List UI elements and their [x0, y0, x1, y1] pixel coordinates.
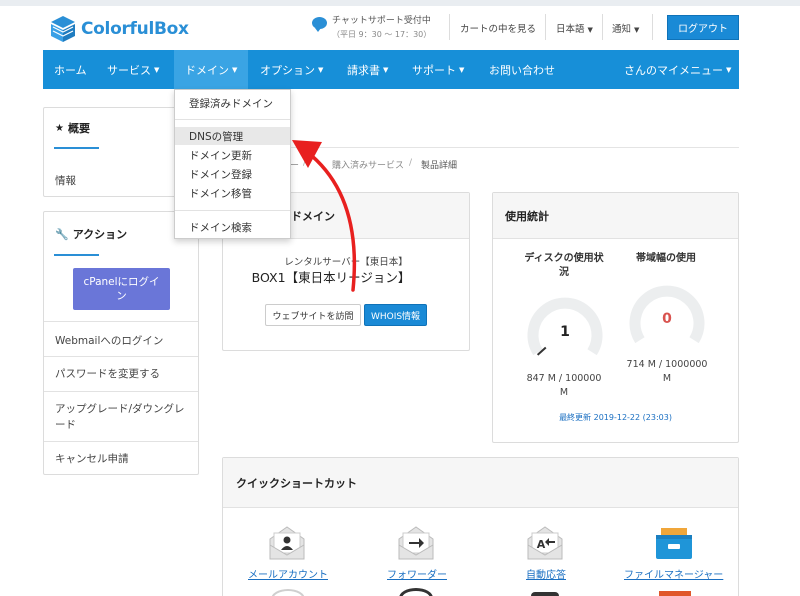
forwarder-icon[interactable]	[397, 525, 435, 561]
nav-support-label: サポート	[412, 63, 456, 77]
chevron-down-icon: ▼	[383, 65, 389, 74]
breadcrumb-separator: /	[409, 158, 413, 168]
sidebar-item-label: Webmailへのログイン	[55, 334, 164, 347]
language-label: 日本語	[556, 24, 585, 35]
cpanel-login-button[interactable]: cPanelにログイン	[73, 268, 170, 310]
logout-button[interactable]: ログアウト	[667, 15, 739, 40]
shortcut-file-manager[interactable]: ファイルマネージャー	[624, 566, 723, 581]
nav-domains-label: ドメイン	[185, 63, 229, 77]
title-underline	[54, 147, 99, 149]
nav-my-menu-label: さんのマイメニュー	[624, 63, 723, 77]
sidebar-item-upgrade[interactable]: アップグレード/ダウングレード	[44, 391, 198, 441]
title-underline	[54, 254, 99, 256]
nav-home[interactable]: ホーム	[43, 50, 98, 89]
nav-contact-label: お問い合わせ	[489, 63, 555, 77]
file-manager-icon[interactable]	[655, 526, 693, 560]
disk-gauge: 1	[527, 297, 603, 356]
header-divider	[449, 14, 450, 40]
header-divider	[602, 14, 603, 40]
main-nav: ホーム サービス ▼ ドメイン ▼ オプション ▼ 請求書 ▼ サポート ▼ お問い合わせ…	[43, 50, 739, 89]
sidebar-item-cancel[interactable]: キャンセル申請	[44, 441, 198, 475]
disk-usage-amount: 847 M / 100000 M	[526, 373, 602, 398]
sidebar-item-label: パスワードを変更する	[55, 368, 160, 380]
chevron-down-icon: ▼	[634, 26, 640, 34]
actions-title: アクション	[72, 228, 128, 241]
mail-account-icon[interactable]	[268, 525, 306, 561]
autoresponder-icon[interactable]: A	[526, 525, 564, 561]
nav-services[interactable]: サービス ▼	[96, 50, 170, 89]
bandwidth-usage-label: 帯域幅の使用	[636, 253, 696, 264]
disk-usage-label: ディスクの使用状況	[524, 253, 604, 278]
sidebar-item-webmail[interactable]: Webmailへのログイン	[44, 321, 198, 359]
shortcut-forwarder[interactable]: フォワーダー	[387, 566, 447, 581]
sidebar-item-change-password[interactable]: パスワードを変更する	[44, 356, 198, 391]
top-strip	[0, 0, 800, 6]
sidebar-item-label: 情報	[55, 175, 76, 187]
chat-support-link[interactable]: チャットサポート受付中 （平日 9：30 ～ 17：30）	[312, 15, 431, 41]
header-divider	[652, 14, 653, 40]
nav-services-label: サービス	[107, 63, 151, 77]
actions-panel: 🔧 アクション Webmailへのログイン パスワードを変更する アップグレード…	[43, 211, 199, 475]
sidebar-item-label: キャンセル申請	[55, 452, 129, 465]
nav-support[interactable]: サポート ▼	[401, 50, 475, 89]
nav-options[interactable]: オプション ▼	[249, 50, 334, 89]
chevron-down-icon: ▼	[459, 65, 465, 74]
shortcut-autoresponder[interactable]: 自動応答	[526, 566, 566, 581]
wrench-icon: 🔧	[55, 227, 69, 241]
logo[interactable]: ColorfulBox	[50, 15, 189, 43]
logo-cube-icon	[51, 16, 75, 42]
whois-button[interactable]: WHOIS情報	[364, 304, 427, 326]
chat-title: チャットサポート受付中	[332, 16, 431, 26]
disk-gauge-value: 1	[560, 324, 570, 340]
nav-my-menu[interactable]: さんのマイメニュー ▼	[613, 50, 742, 89]
shortcut-row2-icon[interactable]	[659, 591, 691, 596]
header-divider	[545, 14, 546, 40]
notifications-label: 通知	[612, 24, 632, 35]
overview-title: 概要	[67, 122, 90, 135]
language-dropdown[interactable]: 日本語 ▼	[556, 21, 593, 35]
bandwidth-gauge-value: 0	[662, 311, 672, 327]
bandwidth-gauge: 0	[629, 285, 705, 344]
nav-invoices-label: 請求書	[347, 63, 380, 77]
cart-link[interactable]: カートの中を見る	[460, 21, 536, 35]
chevron-down-icon: ▼	[232, 65, 238, 74]
chat-hours: （平日 9：30 ～ 17：30）	[332, 30, 432, 39]
quick-shortcuts-title: クイックショートカット	[236, 476, 357, 490]
nav-domains[interactable]: ドメイン ▼	[174, 50, 249, 89]
nav-home-label: ホーム	[54, 63, 87, 77]
sidebar-item-label: アップグレード/ダウングレード	[55, 402, 185, 431]
chevron-down-icon: ▼	[726, 65, 732, 74]
shortcut-row2-icon[interactable]	[531, 592, 559, 596]
notifications-dropdown[interactable]: 通知 ▼	[612, 21, 639, 35]
bandwidth-usage-amount: 714 M / 1000000 M	[626, 359, 708, 384]
star-icon: ★	[55, 122, 64, 134]
chevron-down-icon: ▼	[318, 65, 324, 74]
chevron-down-icon: ▼	[154, 65, 160, 74]
chat-icon	[312, 17, 327, 32]
svg-text:A: A	[537, 538, 546, 551]
annotation-arrow-icon	[292, 140, 357, 292]
nav-invoices[interactable]: 請求書 ▼	[336, 50, 399, 89]
menu-item-registered-domains[interactable]: 登録済みドメイン	[175, 94, 290, 112]
usage-stats-title: 使用統計	[505, 209, 549, 223]
nav-contact[interactable]: お問い合わせ	[478, 50, 566, 89]
shortcut-mail-account[interactable]: メールアカウント	[248, 566, 328, 581]
visit-website-button[interactable]: ウェブサイトを訪問	[265, 304, 361, 326]
nav-options-label: オプション	[260, 63, 315, 77]
breadcrumb-current: 製品詳細	[421, 161, 458, 171]
logo-text: ColorfulBox	[81, 19, 189, 39]
usage-last-updated: 最終更新 2019-12-22 (23:03)	[559, 413, 672, 422]
chevron-down-icon: ▼	[587, 26, 593, 34]
